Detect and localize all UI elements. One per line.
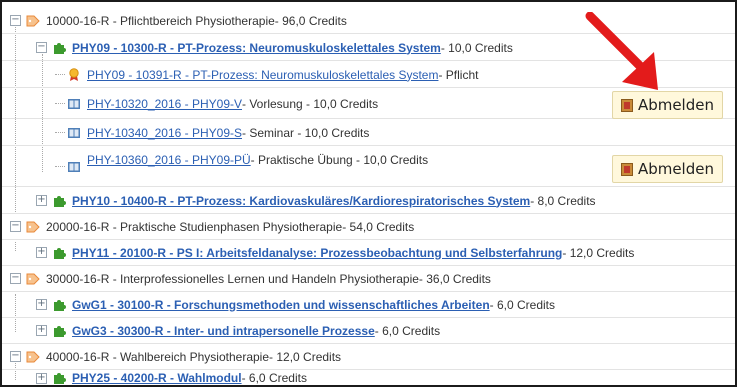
tag-icon [26, 273, 40, 285]
module-link[interactable]: GwG3 - 30300-R - Inter- und intrapersone… [72, 324, 375, 338]
credits-text: - 12,0 Credits [269, 349, 342, 364]
tree-line [55, 103, 65, 104]
book-icon [67, 98, 81, 110]
module-link[interactable]: PHY25 - 40200-R - Wahlmodul [72, 371, 242, 385]
puzzle-icon [52, 194, 66, 208]
course-link[interactable]: PHY-10320_2016 - PHY09-V [87, 97, 242, 111]
puzzle-icon [52, 246, 66, 260]
module-tree: − 10000-16-R - Pflichtbereich Physiother… [0, 0, 737, 387]
book-icon [67, 127, 81, 139]
tag-icon [26, 15, 40, 27]
module-link[interactable]: PHY09 - 10300-R - PT-Prozess: Neuromusku… [72, 41, 441, 55]
credits-text: - 6,0 Credits [489, 297, 556, 312]
abmelden-label: Abmelden [637, 96, 714, 114]
credits-text: - 54,0 Credits [342, 219, 415, 234]
course-info-text: - Seminar - 10,0 Credits [242, 125, 370, 140]
abmelden-label: Abmelden [637, 160, 714, 178]
expand-toggle[interactable]: + [36, 325, 47, 336]
abmelden-button[interactable]: Abmelden [611, 155, 723, 183]
credits-text: - 96,0 Credits [274, 13, 347, 28]
expand-toggle[interactable]: + [36, 299, 47, 310]
annotation-arrow-icon [585, 12, 658, 90]
collapse-toggle[interactable]: − [10, 221, 21, 232]
puzzle-icon [52, 41, 66, 55]
tree-row-module: + PHY25 - 40200-R - Wahlmodul - 6,0 Cred… [2, 368, 735, 385]
credits-text: - 36,0 Credits [418, 271, 491, 286]
tree-row-course: PHY-10340_2016 - PHY09-S - Seminar - 10,… [2, 120, 735, 146]
status-text: - Pflicht [438, 67, 479, 82]
tree-line [55, 132, 65, 133]
tree-row-category: − 20000-16-R - Praktische Studienphasen … [2, 214, 735, 240]
course-info-text: - Vorlesung - 10,0 Credits [242, 96, 379, 111]
course-link[interactable]: PHY-10360_2016 - PHY09-PÜ [87, 153, 251, 167]
category-label: 20000-16-R - Praktische Studienphasen Ph… [46, 219, 343, 234]
credits-text: - 6,0 Credits [241, 371, 307, 385]
credits-text: - 8,0 Credits [530, 193, 596, 208]
credits-text: - 12,0 Credits [562, 245, 635, 260]
collapse-toggle[interactable]: − [36, 42, 47, 53]
collapse-toggle[interactable]: − [10, 15, 21, 26]
tree-row-module: + PHY11 - 20100-R - PS I: Arbeitsfeldana… [2, 240, 735, 266]
withdraw-icon [620, 98, 633, 112]
tree-line [55, 74, 65, 75]
book-icon [67, 161, 81, 173]
module-link[interactable]: GwG1 - 30100-R - Forschungsmethoden und … [72, 298, 490, 312]
tree-row-course: PHY-10360_2016 - PHY09-PÜ - Praktische Ü… [2, 147, 735, 187]
tree-row-category: − 30000-16-R - Interprofessionelles Lern… [2, 266, 735, 292]
tree-row-module: + GwG3 - 30300-R - Inter- und intraperso… [2, 318, 735, 344]
tag-icon [26, 351, 40, 363]
expand-toggle[interactable]: + [36, 195, 47, 206]
tree-row-module: + PHY10 - 10400-R - PT-Prozess: Kardiova… [2, 188, 735, 214]
puzzle-icon [52, 298, 66, 312]
award-icon [67, 67, 81, 82]
course-link[interactable]: PHY-10340_2016 - PHY09-S [87, 126, 242, 140]
tag-icon [26, 221, 40, 233]
puzzle-icon [52, 371, 66, 385]
module-link[interactable]: PHY11 - 20100-R - PS I: Arbeitsfeldanaly… [72, 246, 562, 260]
tree-line [55, 166, 65, 167]
expand-toggle[interactable]: + [36, 247, 47, 258]
withdraw-icon [620, 162, 633, 176]
category-label: 40000-16-R - Wahlbereich Physiotherapie [46, 349, 270, 364]
puzzle-icon [52, 324, 66, 338]
collapse-toggle[interactable]: − [10, 351, 21, 362]
category-label: 30000-16-R - Interprofessionelles Lernen… [46, 271, 419, 286]
module-link[interactable]: PHY10 - 10400-R - PT-Prozess: Kardiovask… [72, 194, 530, 208]
exam-link[interactable]: PHY09 - 10391-R - PT-Prozess: Neuromusku… [87, 68, 438, 82]
credits-text: - 10,0 Credits [440, 40, 513, 55]
collapse-toggle[interactable]: − [10, 273, 21, 284]
credits-text: - 6,0 Credits [374, 323, 441, 338]
category-label: 10000-16-R - Pflichtbereich Physiotherap… [46, 13, 275, 28]
tree-row-category: − 40000-16-R - Wahlbereich Physiotherapi… [2, 344, 735, 370]
tree-row-module: + GwG1 - 30100-R - Forschungsmethoden un… [2, 292, 735, 318]
expand-toggle[interactable]: + [36, 372, 47, 384]
course-info-text: - Praktische Übung - 10,0 Credits [250, 153, 429, 167]
